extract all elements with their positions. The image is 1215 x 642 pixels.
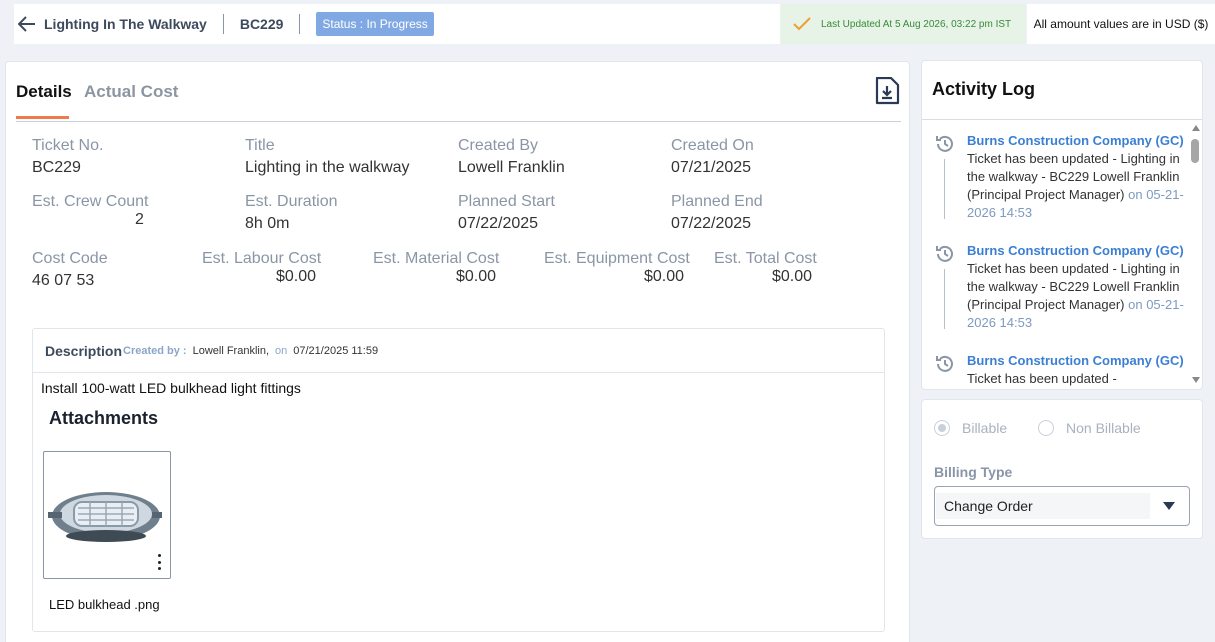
non-billable-radio[interactable]: Non Billable — [1038, 420, 1141, 436]
description-date: 07/21/2025 11:59 — [293, 344, 379, 357]
crew-count-label: Est. Crew Count — [32, 193, 149, 210]
billing-type-label: Billing Type — [934, 464, 1013, 480]
crew-count-value: 2 — [135, 211, 144, 228]
last-updated-banner: Last Updated At 5 Aug 2026, 03:22 pm IST — [781, 4, 1026, 44]
activity-log-panel: Activity Log Burns Construction Company … — [921, 60, 1203, 390]
timeline-line — [944, 269, 945, 329]
created-by-value: Lowell Franklin — [458, 159, 565, 176]
title-value: Lighting in the walkway — [245, 159, 410, 176]
radio-selected-icon — [934, 420, 950, 436]
attachment-thumbnail[interactable] — [43, 451, 171, 579]
timeline-line — [944, 159, 945, 219]
scroll-down-arrow-icon[interactable] — [1192, 377, 1200, 383]
non-billable-label: Non Billable — [1066, 420, 1141, 436]
back-arrow-icon[interactable] — [16, 13, 38, 35]
check-icon — [793, 17, 811, 31]
tab-details[interactable]: Details — [16, 82, 72, 119]
equipment-cost-value: $0.00 — [644, 268, 685, 285]
material-cost-value: $0.00 — [456, 268, 497, 285]
ticket-no-label: Ticket No. — [32, 137, 104, 154]
equipment-cost-label: Est. Equipment Cost — [544, 250, 690, 267]
billing-panel: Billable Non Billable Billing Type Chang… — [921, 399, 1203, 539]
created-by-caption: Created by : — [123, 344, 187, 357]
breadcrumb: Lighting In The Walkway BC229 Status : I… — [14, 4, 780, 44]
created-on-label: Created On — [671, 137, 754, 154]
billable-label: Billable — [962, 420, 1008, 436]
duration-value: 8h 0m — [245, 215, 290, 232]
top-bar: Lighting In The Walkway BC229 Status : I… — [0, 0, 1215, 48]
cost-code-label: Cost Code — [32, 250, 108, 267]
cost-code-value: 46 07 53 — [32, 272, 95, 289]
description-card: Description Created by : Lowell Franklin… — [32, 328, 885, 632]
billable-radio[interactable]: Billable — [934, 420, 1007, 436]
tab-bar: Details Actual Cost — [16, 62, 901, 122]
total-cost-label: Est. Total Cost — [714, 250, 817, 267]
caret-down-icon — [1163, 502, 1175, 510]
tab-actual-cost[interactable]: Actual Cost — [84, 82, 178, 116]
on-caption: on — [275, 344, 288, 357]
planned-start-label: Planned Start — [458, 193, 555, 210]
ticket-id: BC229 — [239, 16, 284, 32]
bulkhead-light-image — [48, 492, 162, 542]
activity-log-title: Activity Log — [932, 79, 1036, 99]
labour-cost-value: $0.00 — [276, 268, 317, 285]
last-updated-text: Last Updated At 5 Aug 2026, 03:22 pm IST — [821, 18, 1012, 30]
currency-note: All amount values are in USD ($) — [1027, 4, 1215, 44]
created-by-label: Created By — [458, 137, 539, 154]
labour-cost-label: Est. Labour Cost — [202, 250, 322, 267]
total-cost-value: $0.00 — [772, 268, 813, 285]
planned-end-value: 07/22/2025 — [671, 215, 752, 232]
ticket-no-value: BC229 — [32, 159, 81, 176]
activity-log-list[interactable]: Burns Construction Company (GC) Ticket h… — [922, 121, 1188, 387]
history-icon — [936, 135, 953, 152]
duration-label: Est. Duration — [245, 193, 338, 210]
history-icon — [936, 355, 953, 372]
radio-unselected-icon — [1038, 420, 1054, 436]
title-label: Title — [245, 137, 275, 154]
description-author: Lowell Franklin, — [192, 344, 270, 357]
divider — [299, 14, 301, 34]
history-icon — [936, 245, 953, 262]
log-company[interactable]: Burns Construction Company (GC) — [967, 133, 1184, 148]
material-cost-label: Est. Material Cost — [373, 250, 500, 267]
log-message: Ticket has been updated - — [967, 371, 1117, 386]
scrollbar[interactable] — [1188, 121, 1202, 389]
scroll-up-arrow-icon[interactable] — [1192, 125, 1200, 131]
scroll-thumb[interactable] — [1191, 139, 1199, 163]
planned-start-value: 07/22/2025 — [458, 215, 539, 232]
divider — [922, 119, 1202, 120]
attachment-file-name: LED bulkhead .png — [49, 597, 160, 612]
planned-end-label: Planned End — [671, 193, 763, 210]
download-icon[interactable] — [874, 76, 900, 105]
created-on-value: 07/21/2025 — [671, 159, 752, 176]
more-options-icon[interactable] — [156, 554, 162, 570]
billing-type-value: Change Order — [936, 493, 1150, 519]
description-text: Install 100-watt LED bulkhead light fitt… — [41, 380, 301, 396]
description-header: Description Created by : Lowell Franklin… — [33, 329, 884, 373]
description-title: Description — [45, 342, 123, 359]
details-panel: Details Actual Cost Ticket No. BC229 Tit… — [5, 61, 910, 642]
billing-type-select[interactable]: Change Order — [934, 486, 1190, 526]
attachments-title: Attachments — [49, 408, 159, 428]
status-badge: Status : In Progress — [316, 12, 434, 36]
divider — [222, 14, 224, 34]
log-company[interactable]: Burns Construction Company (GC) — [967, 353, 1184, 368]
page-title: Lighting In The Walkway — [44, 16, 207, 32]
log-company[interactable]: Burns Construction Company (GC) — [967, 243, 1184, 258]
